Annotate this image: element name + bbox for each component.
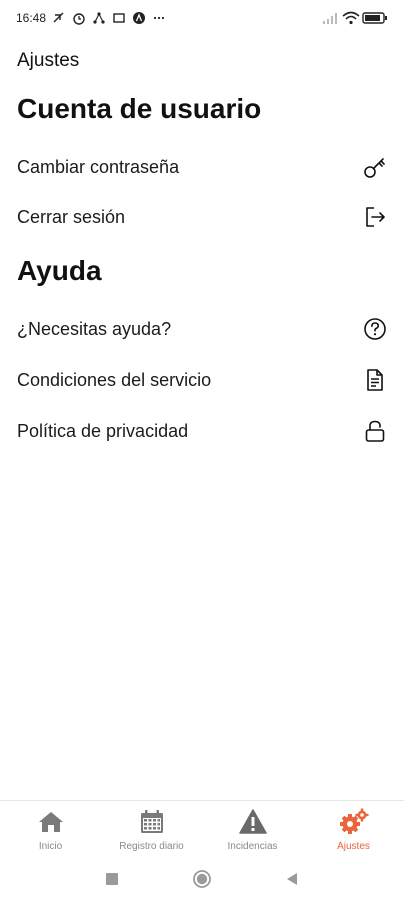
status-left: 16:48 — [16, 11, 166, 25]
section-title-account: Cuenta de usuario — [17, 93, 262, 124]
document-icon — [362, 367, 388, 393]
app-notification-icon — [132, 11, 146, 25]
warning-icon — [238, 807, 268, 837]
change-password-label: Cambiar contraseña — [17, 156, 180, 177]
home-button[interactable] — [192, 869, 212, 889]
need-help-item[interactable]: ¿Necesitas ayuda? — [0, 304, 404, 354]
nav-item-registro-diario[interactable]: Registro diario — [101, 801, 202, 859]
nav-label-ajustes: Ajustes — [337, 841, 370, 852]
signal-icon — [322, 11, 337, 25]
logout-item[interactable]: Cerrar sesión — [0, 192, 404, 242]
status-right — [322, 11, 388, 25]
nav-item-ajustes[interactable]: Ajustes — [303, 801, 404, 859]
logout-icon — [362, 204, 388, 230]
lock-icon — [362, 418, 388, 444]
back-button[interactable] — [282, 869, 302, 889]
status-time: 16:48 — [16, 11, 47, 25]
privacy-policy-item[interactable]: Política de privacidad — [0, 406, 404, 456]
status-bar: 16:48 — [0, 0, 404, 36]
logout-label: Cerrar sesión — [17, 206, 126, 227]
more-icon — [152, 11, 166, 25]
nav-label-inicio: Inicio — [38, 841, 63, 852]
nav-label-incidencias: Incidencias — [227, 841, 278, 852]
section-title-help: Ayuda — [17, 255, 102, 286]
share-icon — [92, 11, 106, 25]
alarm-icon — [72, 11, 86, 25]
terms-of-service-label: Condiciones del servicio — [17, 369, 212, 390]
gears-icon — [339, 807, 369, 837]
screen-icon — [112, 11, 126, 25]
home-icon — [36, 807, 66, 837]
change-password-item[interactable]: Cambiar contraseña — [0, 142, 404, 192]
recents-button[interactable] — [102, 869, 122, 889]
nav-item-incidencias[interactable]: Incidencias — [202, 801, 303, 859]
page-title: Ajustes — [17, 50, 80, 71]
calendar-icon — [137, 807, 167, 837]
help-circle-icon — [362, 316, 388, 342]
nav-item-inicio[interactable]: Inicio — [0, 801, 101, 859]
system-navigation-bar — [0, 858, 404, 900]
need-help-label: ¿Necesitas ayuda? — [17, 318, 172, 339]
wifi-icon — [342, 11, 360, 25]
privacy-policy-label: Política de privacidad — [17, 420, 189, 441]
terms-of-service-item[interactable]: Condiciones del servicio — [0, 355, 404, 405]
key-icon — [362, 154, 388, 180]
nav-label-registro-diario: Registro diario — [119, 841, 184, 852]
bottom-navigation: Inicio Registro diario Incidencias Ajust… — [0, 800, 404, 859]
battery-icon — [362, 11, 388, 25]
notification-icon-1 — [52, 11, 66, 25]
